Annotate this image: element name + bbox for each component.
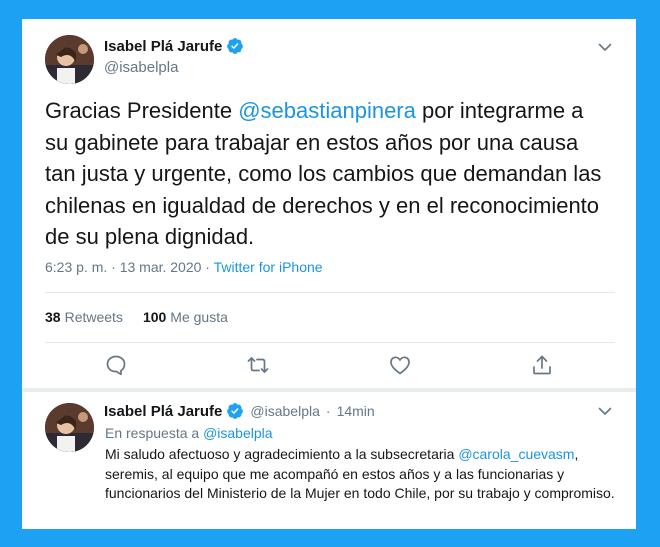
chevron-down-icon[interactable] xyxy=(597,39,613,55)
reply-text: Mi saludo afectuoso y agradecimiento a l… xyxy=(105,445,615,504)
replying-handle-link[interactable]: @isabelpla xyxy=(203,425,272,441)
verified-badge-icon xyxy=(227,403,244,419)
reply-header: Isabel Plá Jarufe @isabelpla · 14min xyxy=(104,402,375,420)
divider xyxy=(45,342,615,343)
likes-label: Me gusta xyxy=(170,309,228,325)
reply-author-avatar[interactable] xyxy=(45,403,94,452)
section-separator xyxy=(22,388,636,392)
heart-icon[interactable] xyxy=(388,353,412,377)
replying-label: En respuesta a xyxy=(105,425,204,441)
tweet-text-before: Gracias Presidente xyxy=(45,98,239,123)
reply-icon[interactable] xyxy=(104,353,128,377)
author-handle-row: @isabelpla xyxy=(104,59,178,76)
reply-separator: · xyxy=(325,403,331,419)
reply-text-before: Mi saludo afectuoso y agradecimiento a l… xyxy=(105,446,459,462)
share-icon[interactable] xyxy=(530,353,554,377)
author-avatar[interactable] xyxy=(45,35,94,84)
likes-count: 100 xyxy=(142,309,167,325)
tweet-source[interactable]: Twitter for iPhone xyxy=(214,259,323,275)
replying-to: En respuesta a @isabelpla xyxy=(105,425,273,441)
likes-stat[interactable]: 100 Me gusta xyxy=(143,309,228,325)
divider xyxy=(45,292,615,293)
chevron-down-icon[interactable] xyxy=(597,403,613,419)
retweets-stat[interactable]: 38 Retweets xyxy=(45,309,123,325)
verified-badge-icon xyxy=(227,38,244,54)
tweet-timestamp[interactable]: 6:23 p. m. · 13 mar. 2020 · xyxy=(45,259,214,275)
tweet-stats: 38 Retweets 100 Me gusta xyxy=(45,309,228,325)
retweets-label: Retweets xyxy=(64,309,123,325)
reply-time[interactable]: 14min xyxy=(337,403,375,419)
action-bar xyxy=(22,353,636,383)
retweet-icon[interactable] xyxy=(246,353,270,377)
mention-link[interactable]: @sebastianpinera xyxy=(238,98,416,123)
tweet-meta: 6:23 p. m. · 13 mar. 2020 · Twitter for … xyxy=(45,259,323,275)
reply-author-name[interactable]: Isabel Plá Jarufe xyxy=(104,403,222,420)
retweets-count: 38 xyxy=(45,309,61,325)
author-name-row: Isabel Plá Jarufe xyxy=(104,37,244,55)
author-name[interactable]: Isabel Plá Jarufe xyxy=(104,38,222,55)
reply-author-handle[interactable]: @isabelpla xyxy=(250,403,319,419)
tweet-card: Isabel Plá Jarufe @isabelpla Gracias Pre… xyxy=(22,19,636,529)
tweet-text: Gracias Presidente @sebastianpinera por … xyxy=(45,95,605,253)
reply-mention-link[interactable]: @carola_cuevasm xyxy=(458,446,574,462)
author-handle[interactable]: @isabelpla xyxy=(104,59,178,76)
